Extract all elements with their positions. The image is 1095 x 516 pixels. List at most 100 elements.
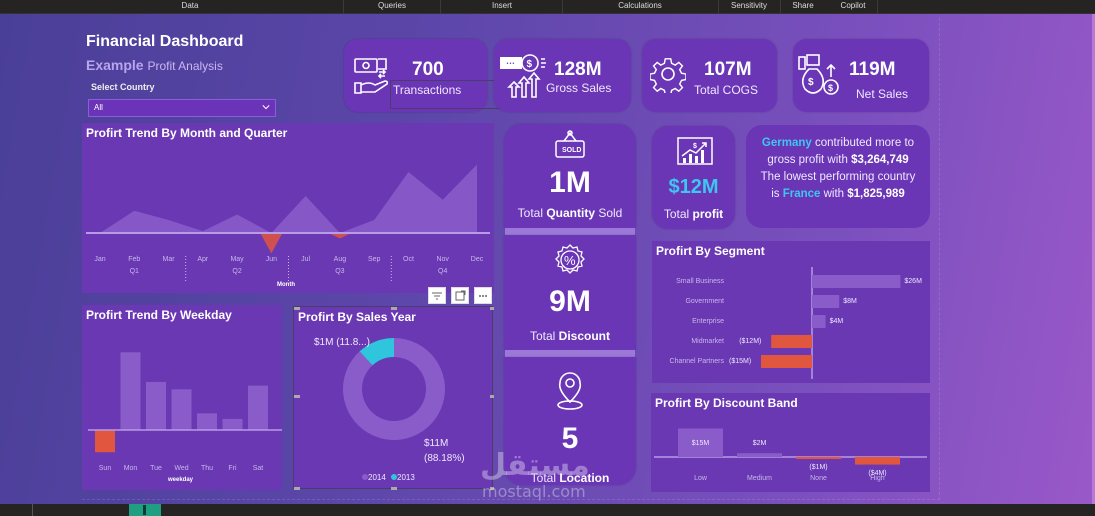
bar-sat: [248, 385, 268, 430]
segment-panel[interactable]: Profirt By Segment Small Business $26M Gov…: [652, 241, 930, 383]
net-sales-value: 119M: [849, 59, 896, 80]
menu-bar: Data Queries Insert Calculations Sensiti…: [0, 0, 1095, 14]
legend-2014[interactable]: 2014: [368, 473, 386, 482]
menu-share[interactable]: Share: [787, 0, 819, 14]
month-label-feb: Feb: [128, 256, 141, 263]
month-label-nov: Nov: [436, 256, 449, 263]
add-page-button[interactable]: [129, 504, 161, 516]
filter-button[interactable]: [428, 287, 446, 304]
month-label-mar: Mar: [162, 256, 175, 263]
gear-icon: [650, 58, 686, 93]
month-label-jun: Jun: [265, 256, 277, 263]
menu-queries[interactable]: Queries: [362, 0, 422, 14]
resize-handle: [294, 395, 300, 398]
segment-label-channel-partners: Channel Partners: [669, 358, 724, 365]
profit-label: Total profit: [652, 207, 735, 221]
bar-high: [855, 457, 900, 465]
country-slicer[interactable]: All: [88, 99, 276, 117]
percent-badge-icon: %: [555, 244, 585, 274]
gross-sales-label: Gross Sales: [546, 81, 612, 95]
discount-label-pre: Total: [529, 329, 559, 343]
band-label-none: None: [810, 475, 827, 482]
bar-midmarket: [771, 335, 812, 348]
kpi-card-net-sales: $ $ 119M Net Sales: [793, 39, 929, 112]
discount-card: % 9M Total Discount: [504, 235, 636, 350]
bar-government: [812, 295, 840, 308]
segment-label-small-business: Small Business: [676, 278, 724, 285]
weekday-chart: [88, 352, 282, 453]
sold-sign-icon: SOLD: [555, 130, 585, 158]
menu-insert[interactable]: Insert: [472, 0, 532, 14]
subtitle-rest: Profit Analysis: [147, 59, 223, 73]
quarter-label-q1: Q1: [129, 268, 139, 275]
divider-bar: [505, 228, 635, 235]
plus-icon: [143, 505, 146, 515]
discount-label-bold: Discount: [558, 329, 611, 343]
menu-separator: [562, 0, 563, 14]
filter-icon: [432, 292, 442, 300]
bar-tue: [146, 381, 166, 430]
resize-handle: [294, 307, 300, 310]
location-pin-icon: [557, 372, 583, 410]
discount-band-panel[interactable]: Profirt By Discount Band $15M Low $2M Mediu…: [651, 393, 930, 492]
area-positive: [100, 164, 477, 233]
page-subtitle: Example Profit Analysis: [86, 57, 223, 73]
profit-label-bold: profit: [692, 207, 724, 221]
top-amount: $3,264,749: [851, 154, 909, 166]
resize-handle: [490, 307, 494, 310]
band-label-low: Low: [694, 475, 707, 482]
bar-sun: [95, 430, 115, 453]
more-options-button[interactable]: [474, 287, 492, 304]
month-label-apr: Apr: [197, 256, 209, 263]
bar-none: [796, 457, 841, 459]
page-title: Financial Dashboard: [86, 33, 244, 50]
menu-copilot[interactable]: Copilot: [833, 0, 873, 14]
bar-medium: [737, 453, 782, 457]
growth-chart-icon: $: [677, 137, 713, 165]
bar-channel-partners: [761, 355, 812, 368]
menu-calculations[interactable]: Calculations: [605, 0, 675, 14]
menu-separator: [343, 0, 344, 14]
nav-separator: [32, 504, 33, 516]
donut-label-2013: $1M (11.8...): [314, 337, 370, 348]
subtitle-bold: Example: [86, 57, 144, 73]
insight-card: Germany contributed more to gross profit…: [746, 125, 930, 228]
watermark-arabic: مستقل: [480, 448, 590, 483]
menu-data[interactable]: Data: [160, 0, 220, 14]
month-trend-panel[interactable]: Profirt Trend By Month and Quarter Jan Fe…: [82, 123, 494, 293]
focus-mode-button[interactable]: [451, 287, 469, 304]
discount-value: 9M: [549, 285, 591, 318]
slicer-label: Select Country: [91, 82, 155, 92]
discount-label: Total Discount: [504, 329, 636, 343]
quarter-label-q2: Q2: [232, 268, 242, 275]
band-value-medium: $2M: [752, 440, 767, 448]
segment-value-3: ($12M): [739, 338, 762, 345]
resize-handle: [294, 487, 300, 490]
weekday-panel[interactable]: Profirt Trend By Weekday Sun Mon Tue Wed Thu…: [82, 305, 282, 490]
area-negative-jun: [260, 233, 283, 254]
insight-line-1: Germany contributed more to: [746, 135, 930, 152]
weekday-label-sun: Sun: [98, 465, 112, 472]
bar-small-business: [812, 275, 901, 288]
profit-card: $ $12M Total profit: [652, 126, 735, 229]
segment-label-midmarket: Midmarket: [691, 338, 724, 345]
quarter-label-q4: Q4: [438, 268, 448, 275]
svg-text:$: $: [808, 77, 814, 88]
donut-legend: 2014 2013: [362, 473, 415, 482]
month-label-jan: Jan: [94, 256, 106, 263]
profit-value: $12M: [668, 176, 719, 198]
svg-text:SOLD: SOLD: [562, 147, 581, 154]
watermark-latin: mostaql.com: [482, 482, 586, 501]
legend-2013[interactable]: 2013: [397, 473, 415, 482]
menu-sensitivity[interactable]: Sensitivity: [724, 0, 774, 14]
donut-label-2014-value: $11M: [424, 438, 449, 449]
bar-thu: [197, 413, 217, 430]
insight-line-4: is France with $1,825,989: [746, 186, 930, 203]
svg-text:$: $: [527, 59, 533, 70]
menu-separator: [718, 0, 719, 14]
top-country: Germany: [761, 137, 812, 149]
sales-year-panel[interactable]: Profirt By Sales Year $1M (11.8...) $11M…: [293, 306, 494, 490]
weekday-label-mon: Mon: [123, 465, 138, 472]
weekday-label-thu: Thu: [200, 465, 214, 472]
insight-text-4b: with: [820, 188, 848, 200]
